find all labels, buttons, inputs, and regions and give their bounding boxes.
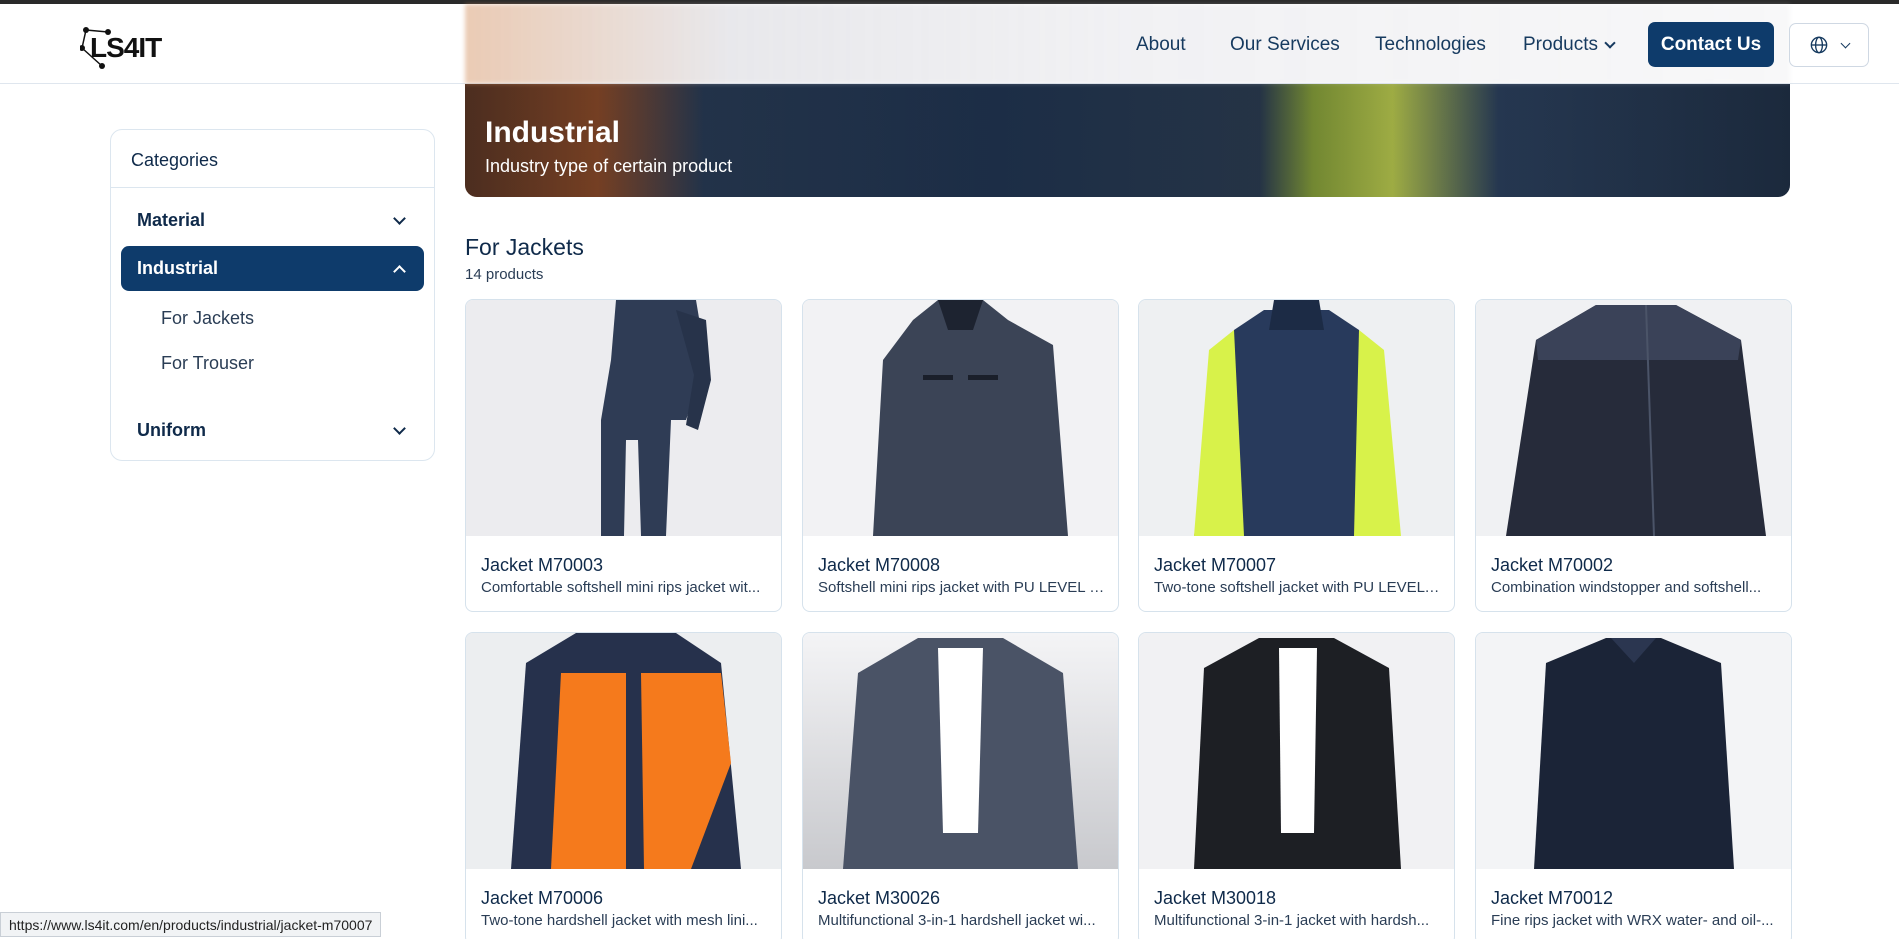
- product-description: Fine rips jacket with WRX water- and oil…: [1491, 912, 1774, 929]
- categories-heading: Categories: [131, 150, 219, 170]
- product-description: Softshell mini rips jacket with PU LEVEL…: [818, 579, 1105, 596]
- product-name: Jacket M70002: [1491, 555, 1614, 575]
- product-image: [466, 633, 781, 869]
- product-card[interactable]: Jacket M70012 Fine rips jacket with WRX …: [1475, 632, 1792, 939]
- product-name: Jacket M70008: [818, 555, 941, 575]
- sidebar-item-label: Industrial: [137, 258, 219, 278]
- product-card[interactable]: Jacket M70006 Two-tone hardshell jacket …: [465, 632, 782, 939]
- banner-title: Industrial: [485, 116, 621, 149]
- nav-about[interactable]: About: [1136, 34, 1186, 56]
- sidebar-item-industrial[interactable]: Industrial: [121, 246, 424, 291]
- product-image: [1139, 300, 1454, 536]
- product-description: Multifunctional 3-in-1 jacket with hards…: [1154, 912, 1430, 929]
- chevron-up-icon: [393, 264, 406, 278]
- product-description: Combination windstopper and softshell...: [1491, 579, 1762, 596]
- product-card[interactable]: Jacket M70008 Softshell mini rips jacket…: [802, 299, 1119, 612]
- logo-text: LS4IT: [90, 32, 162, 63]
- sidebar-divider: [111, 187, 434, 188]
- chevron-down-icon: [393, 421, 406, 435]
- product-name: Jacket M70007: [1154, 555, 1277, 575]
- product-card[interactable]: Jacket M70002 Combination windstopper an…: [1475, 299, 1792, 612]
- site-header: LS4IT About Our Services Technologies Pr…: [0, 4, 1899, 84]
- language-selector[interactable]: [1789, 23, 1869, 67]
- product-card[interactable]: Jacket M30026 Multifunctional 3-in-1 har…: [802, 632, 1119, 939]
- product-count: 14 products: [465, 266, 544, 283]
- sidebar-item-uniform[interactable]: Uniform: [121, 408, 424, 453]
- sidebar-subitem-for-jackets[interactable]: For Jackets: [161, 308, 254, 329]
- product-description: Comfortable softshell mini rips jacket w…: [481, 579, 761, 596]
- chevron-down-icon: [393, 211, 406, 225]
- product-image: [1476, 300, 1791, 536]
- product-card[interactable]: Jacket M70007 Two-tone softshell jacket …: [1138, 299, 1455, 612]
- product-card[interactable]: Jacket M70003 Comfortable softshell mini…: [465, 299, 782, 612]
- chevron-down-icon: [1840, 38, 1850, 48]
- sidebar-item-label: Material: [137, 210, 206, 230]
- product-card[interactable]: Jacket M30018 Multifunctional 3-in-1 jac…: [1138, 632, 1455, 939]
- categories-sidebar: Categories Material Industrial For Jacke…: [110, 129, 435, 461]
- nav-products-label: Products: [1523, 34, 1598, 55]
- banner-overlay: [465, 84, 1790, 197]
- globe-icon: [1810, 36, 1827, 54]
- site-logo[interactable]: LS4IT: [80, 26, 162, 69]
- product-image: [1139, 633, 1454, 869]
- contact-us-button[interactable]: Contact Us: [1648, 22, 1774, 67]
- product-image: [803, 300, 1118, 536]
- product-name: Jacket M30018: [1154, 888, 1277, 908]
- chevron-down-icon: [1604, 37, 1616, 49]
- nav-products[interactable]: Products: [1523, 34, 1616, 56]
- product-description: Two-tone softshell jacket with PU LEVEL …: [1154, 579, 1441, 596]
- product-name: Jacket M30026: [818, 888, 941, 908]
- product-image: [466, 300, 781, 536]
- product-name: Jacket M70006: [481, 888, 604, 908]
- product-name: Jacket M70012: [1491, 888, 1614, 908]
- product-image: [1476, 633, 1791, 869]
- browser-status-url: https://www.ls4it.com/en/products/indust…: [0, 912, 382, 937]
- product-description: Multifunctional 3-in-1 hardshell jacket …: [818, 912, 1096, 929]
- category-banner: Industrial Industry type of certain prod…: [465, 84, 1790, 197]
- product-name: Jacket M70003: [481, 555, 604, 575]
- sidebar-item-material[interactable]: Material: [121, 198, 424, 243]
- nav-our-services[interactable]: Our Services: [1230, 34, 1340, 56]
- product-description: Two-tone hardshell jacket with mesh lini…: [481, 912, 758, 929]
- product-image: [803, 633, 1118, 869]
- sidebar-item-label: Uniform: [137, 420, 206, 440]
- nav-technologies[interactable]: Technologies: [1375, 34, 1486, 56]
- banner-subtitle: Industry type of certain product: [485, 156, 733, 176]
- sidebar-subitem-for-trouser[interactable]: For Trouser: [161, 353, 254, 374]
- section-title: For Jackets: [465, 234, 584, 260]
